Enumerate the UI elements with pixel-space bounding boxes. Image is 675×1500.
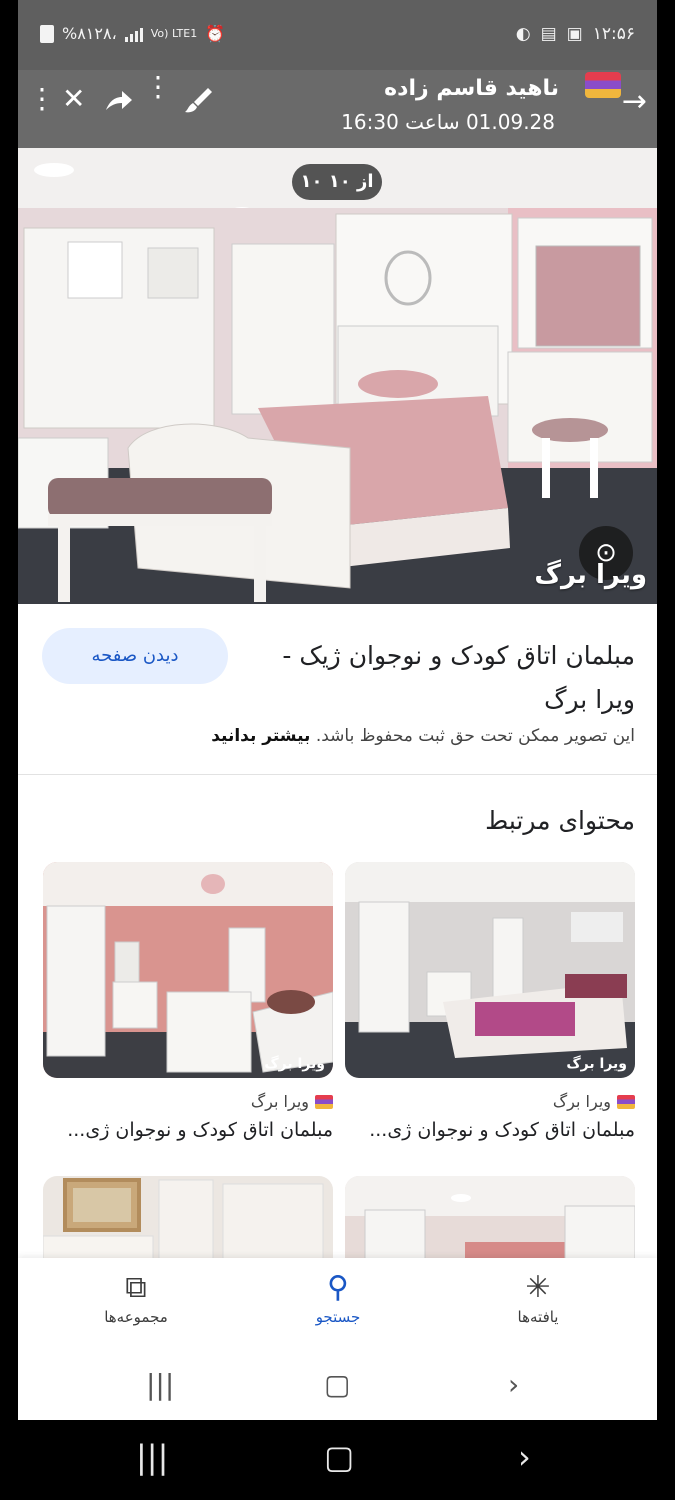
- main-image[interactable]: ۱۰ از ۱۰ ⊙ ویرا برگ: [18, 148, 657, 604]
- related-thumb-2: [43, 862, 333, 1078]
- related-card[interactable]: ویرا برگ ویرا برگ مبلمان اتاق کودک و نوج…: [43, 862, 333, 1141]
- battery-icon: [40, 24, 54, 43]
- gallery-icon: ▣: [566, 24, 583, 44]
- thumb-watermark: ویرا برگ: [264, 1056, 325, 1072]
- card-source: ویرا برگ: [43, 1092, 333, 1111]
- nav-collections-label: مجموعه‌ها: [104, 1308, 168, 1326]
- contact-avatar: [585, 72, 621, 98]
- asterisk-icon: ✳: [525, 1270, 551, 1305]
- bedroom-photo: [18, 148, 657, 604]
- status-bar: %٨١٢٨، Vo) LTE1 ⏰ ◐ ▤ ▣ ۱۲:۵۶: [18, 0, 657, 70]
- nav-search-label: جستجو: [315, 1308, 361, 1326]
- alarm-icon: ⏰: [205, 24, 226, 43]
- image-counter: ۱۰ از ۱۰: [292, 164, 382, 200]
- signal-icon: [124, 26, 143, 42]
- inner-system-nav: ||| ▢ ›: [18, 1354, 657, 1420]
- status-right: ◐ ▤ ▣ ۱۲:۵۶: [516, 24, 635, 44]
- card-title[interactable]: مبلمان اتاق کودک و نوجوان ژی...: [43, 1119, 333, 1141]
- copyright-text: این تصویر ممکن تحت حق ثبت محفوظ باشد.: [315, 726, 635, 746]
- forward-arrow-icon[interactable]: →: [622, 84, 647, 119]
- copyright-notice: این تصویر ممکن تحت حق ثبت محفوظ باشد. بی…: [211, 726, 635, 746]
- share-icon[interactable]: [104, 88, 134, 114]
- result-sheet: مبلمان اتاق کودک و نوجوان ژیک - ویرا برگ…: [18, 604, 657, 1420]
- notification-icon: ◐: [515, 24, 531, 44]
- result-title[interactable]: مبلمان اتاق کودک و نوجوان ژیک - ویرا برگ: [245, 634, 635, 722]
- card-title[interactable]: مبلمان اتاق کودک و نوجوان ژی...: [345, 1119, 635, 1141]
- visit-page-button[interactable]: دیدن صفحه: [42, 628, 228, 684]
- contact-name: ناهید قاسم زاده: [384, 76, 559, 101]
- source-favicon: [617, 1094, 635, 1109]
- clock-text: ۱۲:۵۶: [592, 24, 635, 44]
- recent-apps-icon[interactable]: |||: [146, 1368, 174, 1401]
- calendar-icon: ▤: [540, 24, 557, 44]
- card-source-name: ویرا برگ: [250, 1092, 309, 1111]
- search-icon: ⚲: [327, 1270, 349, 1305]
- source-favicon: [315, 1094, 333, 1109]
- battery-percent: %٨١٢٨،: [62, 24, 117, 43]
- related-card-image[interactable]: ویرا برگ: [43, 862, 333, 1078]
- image-watermark: ویرا برگ: [534, 560, 647, 590]
- more-options-icon[interactable]: ⋮: [28, 82, 56, 115]
- divider: [18, 774, 657, 775]
- brush-icon[interactable]: [182, 84, 214, 116]
- related-card-image[interactable]: ویرا برگ: [345, 862, 635, 1078]
- more-vertical-icon[interactable]: ⋮: [144, 70, 172, 103]
- related-heading: محتوای مرتبط: [485, 806, 635, 835]
- bookmarks-icon: ⧉: [125, 1270, 147, 1305]
- back-icon[interactable]: ›: [508, 1368, 519, 1401]
- home-icon[interactable]: ▢: [324, 1368, 350, 1401]
- card-source: ویرا برگ: [345, 1092, 635, 1111]
- viewer-header: ⋮ ✕ ⋮ ناهید قاسم زاده 01.09.28 ساعت 16:3…: [18, 70, 657, 148]
- thumb-watermark: ویرا برگ: [566, 1056, 627, 1072]
- message-date: 01.09.28 ساعت 16:30: [341, 110, 555, 134]
- nav-collections[interactable]: ⧉ مجموعه‌ها: [56, 1268, 216, 1326]
- related-thumb-1: [345, 862, 635, 1078]
- nav-findings-label: یافته‌ها: [517, 1308, 559, 1326]
- close-icon[interactable]: ✕: [62, 82, 85, 115]
- nav-findings[interactable]: ✳ یافته‌ها: [458, 1268, 618, 1326]
- learn-more-link[interactable]: بیشتر بدانید: [211, 726, 310, 746]
- related-card[interactable]: ویرا برگ ویرا برگ مبلمان اتاق کودک و نوج…: [345, 862, 635, 1141]
- back-icon[interactable]: ›: [518, 1438, 531, 1476]
- network-label: Vo) LTE1: [150, 27, 198, 40]
- nav-search[interactable]: ⚲ جستجو: [258, 1268, 418, 1326]
- recent-apps-icon[interactable]: |||: [136, 1438, 168, 1476]
- status-left: %٨١٢٨، Vo) LTE1 ⏰: [40, 24, 225, 43]
- card-source-name: ویرا برگ: [552, 1092, 611, 1111]
- bottom-navigation: ⧉ مجموعه‌ها ⚲ جستجو ✳ یافته‌ها: [18, 1258, 657, 1354]
- home-icon[interactable]: ▢: [324, 1438, 354, 1476]
- system-navigation-bar: ||| ▢ ›: [0, 1420, 675, 1500]
- phone-screen: %٨١٢٨، Vo) LTE1 ⏰ ◐ ▤ ▣ ۱۲:۵۶ ⋮ ✕ ⋮ ناهی…: [0, 0, 675, 1500]
